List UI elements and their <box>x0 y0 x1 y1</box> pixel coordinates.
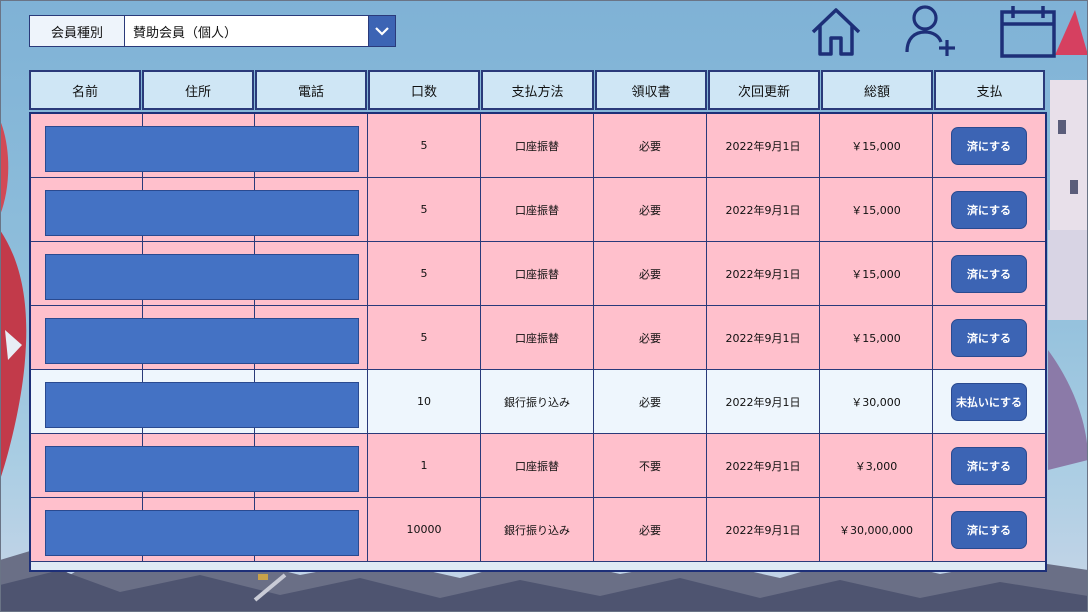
mark-paid-button[interactable]: 済にする <box>951 190 1027 229</box>
mark-paid-button[interactable]: 済にする <box>951 446 1027 485</box>
add-user-button[interactable] <box>903 4 959 64</box>
table-row[interactable]: 5 口座振替 必要 2022年9月1日 ￥15,000 済にする <box>31 242 1045 306</box>
cell-payment-action: 済にする <box>933 178 1045 242</box>
cell-total: ￥30,000,000 <box>820 498 933 562</box>
cell-next-renewal: 2022年9月1日 <box>707 370 820 434</box>
cell-units: 10000 <box>368 498 481 562</box>
redacted-personal-info <box>45 510 359 556</box>
cell-total: ￥3,000 <box>820 434 933 498</box>
cell-next-renewal: 2022年9月1日 <box>707 242 820 306</box>
cell-next-renewal: 2022年9月1日 <box>707 306 820 370</box>
home-button[interactable] <box>809 4 863 62</box>
calendar-icon <box>1000 6 1056 58</box>
cell-payment-method: 口座振替 <box>481 178 594 242</box>
header-payment-method[interactable]: 支払方法 <box>481 70 594 110</box>
cell-next-renewal: 2022年9月1日 <box>707 178 820 242</box>
cell-receipt: 不要 <box>594 434 707 498</box>
member-type-dropdown[interactable]: 賛助会員（個人） <box>125 15 396 47</box>
cell-payment-method: 銀行振り込み <box>481 498 594 562</box>
mark-paid-button[interactable]: 済にする <box>951 318 1027 357</box>
cell-payment-action: 済にする <box>933 114 1045 178</box>
cell-receipt: 必要 <box>594 370 707 434</box>
chevron-down-icon <box>375 27 389 36</box>
cell-next-renewal: 2022年9月1日 <box>707 114 820 178</box>
cell-receipt: 必要 <box>594 498 707 562</box>
add-user-icon <box>905 5 955 56</box>
cell-receipt: 必要 <box>594 242 707 306</box>
cell-payment-method: 口座振替 <box>481 114 594 178</box>
dropdown-toggle-button[interactable] <box>368 16 395 46</box>
redacted-personal-info <box>45 126 359 172</box>
cell-receipt: 必要 <box>594 178 707 242</box>
cell-payment-method: 口座振替 <box>481 242 594 306</box>
mark-paid-button[interactable]: 済にする <box>951 510 1027 549</box>
red-foliage-illustration <box>0 120 27 480</box>
members-table: 名前 住所 電話 口数 支払方法 領収書 次回更新 総額 支払 5 口座振替 必… <box>29 70 1047 572</box>
cell-payment-method: 口座振替 <box>481 434 594 498</box>
cell-receipt: 必要 <box>594 114 707 178</box>
header-units[interactable]: 口数 <box>368 70 480 110</box>
member-type-selected-value: 賛助会員（個人） <box>133 25 238 41</box>
mark-unpaid-button[interactable]: 未払いにする <box>951 382 1027 421</box>
header-address[interactable]: 住所 <box>142 70 254 110</box>
cell-next-renewal: 2022年9月1日 <box>707 498 820 562</box>
table-row[interactable]: 1 口座振替 不要 2022年9月1日 ￥3,000 済にする <box>31 434 1045 498</box>
cell-total: ￥30,000 <box>820 370 933 434</box>
header-total[interactable]: 総額 <box>821 70 933 110</box>
table-row[interactable]: 10 銀行振り込み 必要 2022年9月1日 ￥30,000 未払いにする <box>31 370 1045 434</box>
table-body[interactable]: 5 口座振替 必要 2022年9月1日 ￥15,000 済にする 5 口座振替 … <box>29 112 1047 572</box>
redacted-personal-info <box>45 382 359 428</box>
cell-payment-action: 済にする <box>933 434 1045 498</box>
cell-payment-method: 銀行振り込み <box>481 370 594 434</box>
table-row[interactable]: 5 口座振替 必要 2022年9月1日 ￥15,000 済にする <box>31 178 1045 242</box>
cell-payment-action: 未払いにする <box>933 370 1045 434</box>
redacted-personal-info <box>45 318 359 364</box>
cell-units: 5 <box>368 114 481 178</box>
cell-total: ￥15,000 <box>820 178 933 242</box>
cell-units: 5 <box>368 178 481 242</box>
header-receipt[interactable]: 領収書 <box>595 70 707 110</box>
cell-units: 5 <box>368 306 481 370</box>
member-type-label: 会員種別 <box>29 15 125 47</box>
header-payment[interactable]: 支払 <box>934 70 1045 110</box>
cell-payment-method: 口座振替 <box>481 306 594 370</box>
cell-total: ￥15,000 <box>820 242 933 306</box>
cell-receipt: 必要 <box>594 306 707 370</box>
redacted-personal-info <box>45 446 359 492</box>
cell-total: ￥15,000 <box>820 306 933 370</box>
cell-units: 5 <box>368 242 481 306</box>
table-row[interactable]: 5 口座振替 必要 2022年9月1日 ￥15,000 済にする <box>31 114 1045 178</box>
cell-payment-action: 済にする <box>933 306 1045 370</box>
table-header: 名前 住所 電話 口数 支払方法 領収書 次回更新 総額 支払 <box>29 70 1047 110</box>
member-type-filter: 会員種別 賛助会員（個人） <box>29 15 396 47</box>
header-phone[interactable]: 電話 <box>255 70 367 110</box>
cell-next-renewal: 2022年9月1日 <box>707 434 820 498</box>
home-icon <box>811 8 861 56</box>
mark-paid-button[interactable]: 済にする <box>951 254 1027 293</box>
table-row[interactable]: 5 口座振替 必要 2022年9月1日 ￥15,000 済にする <box>31 306 1045 370</box>
cell-units: 10 <box>368 370 481 434</box>
cell-payment-action: 済にする <box>933 242 1045 306</box>
redacted-personal-info <box>45 254 359 300</box>
cell-units: 1 <box>368 434 481 498</box>
header-name[interactable]: 名前 <box>29 70 141 110</box>
redacted-personal-info <box>45 190 359 236</box>
calendar-button[interactable] <box>999 4 1057 64</box>
header-next-renewal[interactable]: 次回更新 <box>708 70 820 110</box>
cell-payment-action: 済にする <box>933 498 1045 562</box>
table-row[interactable]: 10000 銀行振り込み 必要 2022年9月1日 ￥30,000,000 済に… <box>31 498 1045 562</box>
cell-total: ￥15,000 <box>820 114 933 178</box>
mark-paid-button[interactable]: 済にする <box>951 126 1027 165</box>
